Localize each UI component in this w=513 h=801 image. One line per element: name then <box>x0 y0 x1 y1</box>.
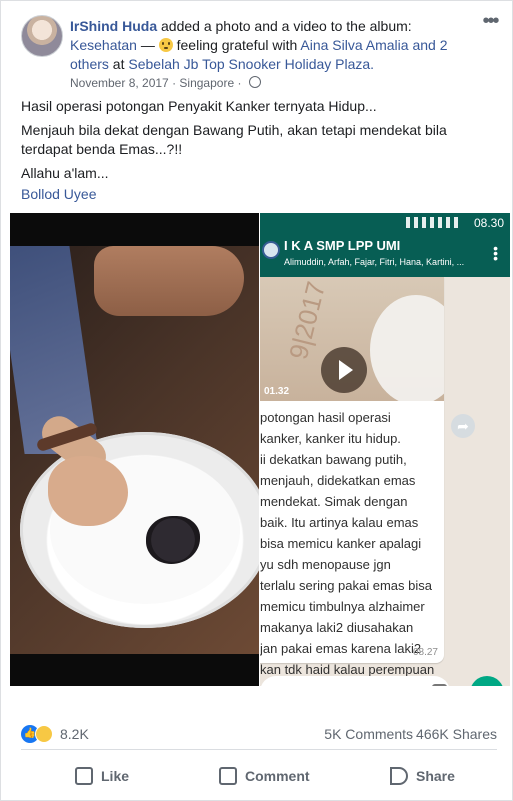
paperclip-icon[interactable]: ⌁ <box>406 685 415 686</box>
chat-message-bubble: 9|2017 01.32 potongan hasil operasi kank… <box>260 277 444 686</box>
share-icon <box>390 767 408 785</box>
chat-message-time: 08.27 <box>412 647 438 658</box>
reaction-count[interactable]: 8.2K <box>60 726 89 742</box>
post-date[interactable]: November 8, 2017 <box>70 76 169 90</box>
reaction-icons[interactable]: 👍 <box>21 725 53 743</box>
author-avatar[interactable] <box>21 15 63 57</box>
plate-photo[interactable] <box>10 246 259 654</box>
upper-hand-image <box>94 246 244 316</box>
feeling-text: feeling grateful with <box>176 37 298 53</box>
post-location[interactable]: Singapore <box>179 76 234 90</box>
play-icon[interactable] <box>321 347 367 393</box>
post-heading: IrShind Huda added a photo and a video t… <box>70 17 470 74</box>
hand-image <box>48 456 128 526</box>
post-message: Hasil operasi potongan Penyakit Kanker t… <box>21 97 491 188</box>
camera-icon[interactable] <box>432 684 447 686</box>
album-link[interactable]: Kesehatan <box>70 37 137 53</box>
post-paragraph-3: Allahu a'lam... <box>21 165 109 181</box>
post-header: IrShind Huda added a photo and a video t… <box>21 11 500 93</box>
thumbs-up-icon <box>75 767 93 785</box>
like-label: Like <box>101 768 130 784</box>
group-name[interactable]: I K A SMP LPP UMI <box>284 238 400 253</box>
post-actions: Like Comment Share <box>21 761 497 791</box>
video-duration: 01.32 <box>264 386 290 397</box>
action-divider <box>21 749 497 750</box>
group-avatar[interactable] <box>262 241 280 259</box>
author-name[interactable]: IrShind Huda <box>70 18 157 34</box>
signal-battery-icon <box>406 217 458 228</box>
at-text: at <box>108 56 129 72</box>
post-meta: November 8, 2017 · Singapore · <box>70 76 261 90</box>
comments-count[interactable]: 5K Comments <box>324 726 413 742</box>
like-button[interactable]: Like <box>75 761 129 791</box>
post-action-text: added a photo and a video to the album: <box>157 18 412 34</box>
post-stats: 👍 8.2K 5K Comments 466K Shares <box>21 725 497 747</box>
feeling-separator: — <box>136 37 159 53</box>
post-paragraph-2: Menjauh bila dekat dengan Bawang Putih, … <box>21 122 447 157</box>
photo-bottom-bar <box>10 654 259 686</box>
shares-count[interactable]: 466K Shares <box>416 726 497 742</box>
share-label: Share <box>416 768 455 784</box>
share-button[interactable]: Share <box>390 761 455 791</box>
thumbnail-plate <box>370 295 444 401</box>
post-paragraph-1: Hasil operasi potongan Penyakit Kanker t… <box>21 98 377 114</box>
tagged-person-link[interactable]: Aina Silva Amalia <box>300 37 408 53</box>
chat-message-text: potongan hasil operasi kanker, kanker it… <box>260 410 435 686</box>
forward-icon[interactable]: ➦ <box>451 414 475 438</box>
status-time: 08.30 <box>473 216 504 230</box>
microphone-icon[interactable]: ● <box>470 676 504 686</box>
comment-icon <box>219 767 237 785</box>
photo-media[interactable] <box>10 213 259 686</box>
photo-top-bar <box>10 213 259 246</box>
message-input[interactable] <box>266 684 400 686</box>
comment-label: Comment <box>245 768 310 784</box>
message-composer: ⌁ <box>260 676 450 686</box>
thumbnail-scribble: 9|2017 <box>282 278 332 363</box>
wow-reaction-icon <box>35 725 53 743</box>
post-inline-link[interactable]: Bollod Uyee <box>21 186 97 202</box>
more-options-icon[interactable]: ••• <box>480 11 500 35</box>
place-link[interactable]: Sebelah Jb Top Snooker Holiday Plaza. <box>128 56 374 72</box>
whatsapp-screenshot[interactable]: 08.30 I K A SMP LPP UMI Alimuddin, Arfah… <box>260 213 510 686</box>
comment-button[interactable]: Comment <box>219 761 310 791</box>
group-members: Alimuddin, Arfah, Fajar, Fitri, Hana, Ka… <box>284 257 465 267</box>
video-thumbnail[interactable]: 9|2017 01.32 <box>260 277 444 401</box>
grateful-emoji-icon <box>158 38 173 52</box>
phone-status-bar: 08.30 <box>260 213 510 233</box>
facebook-post-card: IrShind Huda added a photo and a video t… <box>0 0 513 801</box>
whatsapp-chat-header: I K A SMP LPP UMI Alimuddin, Arfah, Faja… <box>260 233 510 277</box>
globe-icon <box>248 76 261 88</box>
vertical-menu-icon[interactable]: • • • <box>493 241 498 265</box>
